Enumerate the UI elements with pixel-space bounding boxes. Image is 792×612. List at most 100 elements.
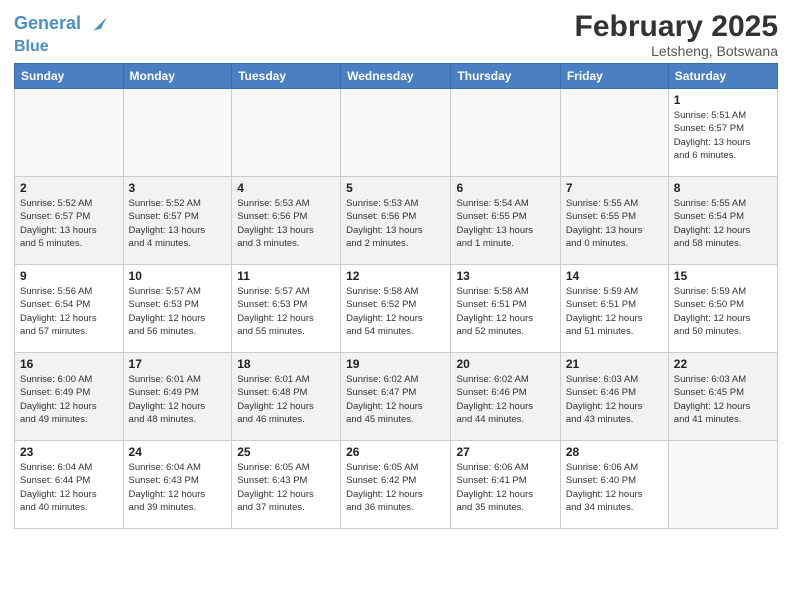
calendar: SundayMondayTuesdayWednesdayThursdayFrid… (14, 63, 778, 529)
day-info: Sunrise: 5:53 AM Sunset: 6:56 PM Dayligh… (346, 197, 445, 250)
day-info: Sunrise: 5:52 AM Sunset: 6:57 PM Dayligh… (129, 197, 227, 250)
calendar-week-row: 1Sunrise: 5:51 AM Sunset: 6:57 PM Daylig… (15, 89, 778, 177)
day-number: 16 (20, 357, 118, 371)
calendar-cell: 4 Sunrise: 5:53 AM Sunset: 6:56 PM Daylig… (232, 177, 341, 265)
calendar-cell (668, 441, 777, 529)
day-info: Sunrise: 5:58 AM Sunset: 6:51 PM Dayligh… (456, 285, 554, 338)
calendar-cell: 6 Sunrise: 5:54 AM Sunset: 6:55 PM Daylig… (451, 177, 560, 265)
calendar-cell: 26 Sunrise: 6:05 AM Sunset: 6:42 PM Dayli… (341, 441, 451, 529)
weekday-header: Friday (560, 64, 668, 89)
calendar-cell: 11 Sunrise: 5:57 AM Sunset: 6:53 PM Dayli… (232, 265, 341, 353)
page: General Blue February 2025 Letsheng, Bot… (0, 0, 792, 612)
calendar-header-row: SundayMondayTuesdayWednesdayThursdayFrid… (15, 64, 778, 89)
day-number: 18 (237, 357, 335, 371)
day-number: 28 (566, 445, 663, 459)
day-number: 5 (346, 181, 445, 195)
calendar-cell (232, 89, 341, 177)
day-info: Sunrise: 6:05 AM Sunset: 6:42 PM Dayligh… (346, 461, 445, 514)
calendar-cell: 27Sunrise: 6:06 AM Sunset: 6:41 PM Dayli… (451, 441, 560, 529)
day-number: 21 (566, 357, 663, 371)
calendar-cell: 13Sunrise: 5:58 AM Sunset: 6:51 PM Dayli… (451, 265, 560, 353)
header-right: February 2025 Letsheng, Botswana (575, 10, 778, 59)
day-info: Sunrise: 5:57 AM Sunset: 6:53 PM Dayligh… (129, 285, 227, 338)
day-number: 4 (237, 181, 335, 195)
day-number: 17 (129, 357, 227, 371)
day-number: 10 (129, 269, 227, 283)
day-info: Sunrise: 6:02 AM Sunset: 6:47 PM Dayligh… (346, 373, 445, 426)
logo-text: General (14, 14, 81, 34)
calendar-cell: 3 Sunrise: 5:52 AM Sunset: 6:57 PM Daylig… (123, 177, 232, 265)
day-number: 7 (566, 181, 663, 195)
day-info: Sunrise: 5:53 AM Sunset: 6:56 PM Dayligh… (237, 197, 335, 250)
day-number: 25 (237, 445, 335, 459)
logo: General Blue (14, 10, 114, 56)
calendar-cell: 16Sunrise: 6:00 AM Sunset: 6:49 PM Dayli… (15, 353, 124, 441)
weekday-header: Wednesday (341, 64, 451, 89)
day-info: Sunrise: 5:58 AM Sunset: 6:52 PM Dayligh… (346, 285, 445, 338)
day-info: Sunrise: 5:56 AM Sunset: 6:54 PM Dayligh… (20, 285, 118, 338)
day-info: Sunrise: 5:57 AM Sunset: 6:53 PM Dayligh… (237, 285, 335, 338)
calendar-week-row: 16Sunrise: 6:00 AM Sunset: 6:49 PM Dayli… (15, 353, 778, 441)
day-number: 20 (456, 357, 554, 371)
day-info: Sunrise: 5:59 AM Sunset: 6:50 PM Dayligh… (674, 285, 772, 338)
day-info: Sunrise: 6:01 AM Sunset: 6:49 PM Dayligh… (129, 373, 227, 426)
calendar-cell (451, 89, 560, 177)
day-info: Sunrise: 5:59 AM Sunset: 6:51 PM Dayligh… (566, 285, 663, 338)
day-info: Sunrise: 6:04 AM Sunset: 6:43 PM Dayligh… (129, 461, 227, 514)
calendar-cell: 25Sunrise: 6:05 AM Sunset: 6:43 PM Dayli… (232, 441, 341, 529)
weekday-header: Monday (123, 64, 232, 89)
day-info: Sunrise: 5:55 AM Sunset: 6:54 PM Dayligh… (674, 197, 772, 250)
day-info: Sunrise: 6:06 AM Sunset: 6:40 PM Dayligh… (566, 461, 663, 514)
weekday-header: Sunday (15, 64, 124, 89)
calendar-week-row: 9Sunrise: 5:56 AM Sunset: 6:54 PM Daylig… (15, 265, 778, 353)
day-number: 19 (346, 357, 445, 371)
weekday-header: Thursday (451, 64, 560, 89)
weekday-header: Tuesday (232, 64, 341, 89)
calendar-cell: 20 Sunrise: 6:02 AM Sunset: 6:46 PM Dayli… (451, 353, 560, 441)
calendar-cell (341, 89, 451, 177)
day-number: 2 (20, 181, 118, 195)
calendar-cell: 21Sunrise: 6:03 AM Sunset: 6:46 PM Dayli… (560, 353, 668, 441)
day-info: Sunrise: 6:01 AM Sunset: 6:48 PM Dayligh… (237, 373, 335, 426)
calendar-cell: 2 Sunrise: 5:52 AM Sunset: 6:57 PM Daylig… (15, 177, 124, 265)
day-number: 8 (674, 181, 772, 195)
day-number: 6 (456, 181, 554, 195)
calendar-cell: 1Sunrise: 5:51 AM Sunset: 6:57 PM Daylig… (668, 89, 777, 177)
location: Letsheng, Botswana (575, 43, 778, 59)
logo-blue-text: Blue (14, 38, 114, 56)
calendar-cell: 17 Sunrise: 6:01 AM Sunset: 6:49 PM Dayli… (123, 353, 232, 441)
day-number: 11 (237, 269, 335, 283)
calendar-cell: 7 Sunrise: 5:55 AM Sunset: 6:55 PM Daylig… (560, 177, 668, 265)
day-info: Sunrise: 6:03 AM Sunset: 6:45 PM Dayligh… (674, 373, 772, 426)
calendar-cell: 5 Sunrise: 5:53 AM Sunset: 6:56 PM Daylig… (341, 177, 451, 265)
day-info: Sunrise: 5:52 AM Sunset: 6:57 PM Dayligh… (20, 197, 118, 250)
calendar-cell: 10 Sunrise: 5:57 AM Sunset: 6:53 PM Dayli… (123, 265, 232, 353)
day-number: 12 (346, 269, 445, 283)
day-info: Sunrise: 6:04 AM Sunset: 6:44 PM Dayligh… (20, 461, 118, 514)
calendar-cell: 12 Sunrise: 5:58 AM Sunset: 6:52 PM Dayli… (341, 265, 451, 353)
calendar-cell (15, 89, 124, 177)
calendar-cell: 22 Sunrise: 6:03 AM Sunset: 6:45 PM Dayli… (668, 353, 777, 441)
calendar-cell: 24Sunrise: 6:04 AM Sunset: 6:43 PM Dayli… (123, 441, 232, 529)
day-info: Sunrise: 6:02 AM Sunset: 6:46 PM Dayligh… (456, 373, 554, 426)
day-number: 3 (129, 181, 227, 195)
day-info: Sunrise: 5:55 AM Sunset: 6:55 PM Dayligh… (566, 197, 663, 250)
day-info: Sunrise: 5:51 AM Sunset: 6:57 PM Dayligh… (674, 109, 772, 162)
logo-icon (86, 10, 114, 38)
calendar-cell: 28 Sunrise: 6:06 AM Sunset: 6:40 PM Dayli… (560, 441, 668, 529)
calendar-cell: 14Sunrise: 5:59 AM Sunset: 6:51 PM Dayli… (560, 265, 668, 353)
day-info: Sunrise: 5:54 AM Sunset: 6:55 PM Dayligh… (456, 197, 554, 250)
day-number: 27 (456, 445, 554, 459)
day-number: 26 (346, 445, 445, 459)
calendar-cell (123, 89, 232, 177)
day-number: 22 (674, 357, 772, 371)
day-number: 15 (674, 269, 772, 283)
calendar-cell: 19 Sunrise: 6:02 AM Sunset: 6:47 PM Dayli… (341, 353, 451, 441)
calendar-cell: 15 Sunrise: 5:59 AM Sunset: 6:50 PM Dayli… (668, 265, 777, 353)
month-title: February 2025 (575, 10, 778, 43)
calendar-cell: 18 Sunrise: 6:01 AM Sunset: 6:48 PM Dayli… (232, 353, 341, 441)
calendar-cell: 8 Sunrise: 5:55 AM Sunset: 6:54 PM Daylig… (668, 177, 777, 265)
calendar-week-row: 2 Sunrise: 5:52 AM Sunset: 6:57 PM Daylig… (15, 177, 778, 265)
calendar-cell: 23Sunrise: 6:04 AM Sunset: 6:44 PM Dayli… (15, 441, 124, 529)
calendar-cell: 9Sunrise: 5:56 AM Sunset: 6:54 PM Daylig… (15, 265, 124, 353)
